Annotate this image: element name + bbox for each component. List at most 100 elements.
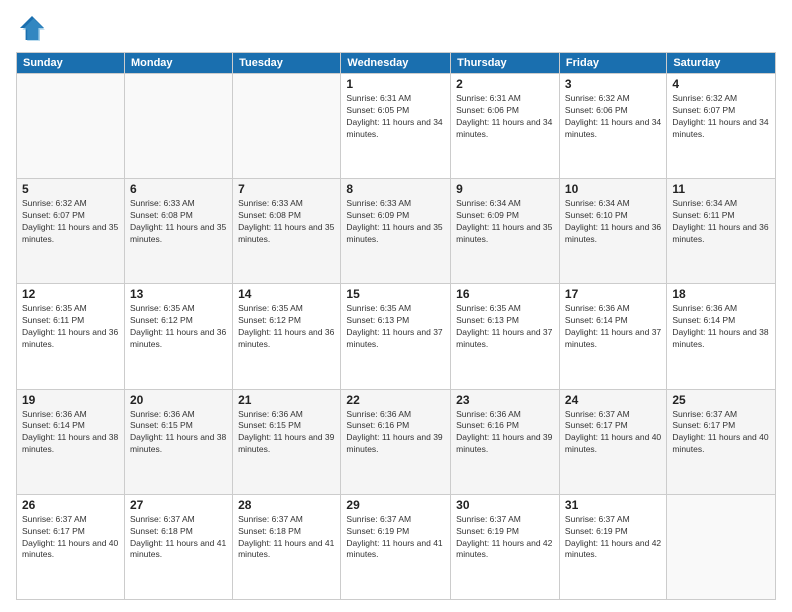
calendar-cell: 17 Sunrise: 6:36 AMSunset: 6:14 PMDayligh… [559, 284, 666, 389]
day-number: 10 [565, 182, 661, 196]
day-info: Sunrise: 6:36 AMSunset: 6:16 PMDaylight:… [346, 409, 445, 457]
weekday-header-row: SundayMondayTuesdayWednesdayThursdayFrid… [17, 53, 776, 74]
day-number: 16 [456, 287, 554, 301]
calendar-cell: 24 Sunrise: 6:37 AMSunset: 6:17 PMDayligh… [559, 389, 666, 494]
day-number: 22 [346, 393, 445, 407]
header [16, 12, 776, 44]
day-number: 13 [130, 287, 227, 301]
day-info: Sunrise: 6:36 AMSunset: 6:14 PMDaylight:… [672, 303, 770, 351]
weekday-header-sunday: Sunday [17, 53, 125, 74]
day-info: Sunrise: 6:37 AMSunset: 6:18 PMDaylight:… [130, 514, 227, 562]
calendar-cell: 26 Sunrise: 6:37 AMSunset: 6:17 PMDayligh… [17, 494, 125, 599]
weekday-header-wednesday: Wednesday [341, 53, 451, 74]
calendar-cell: 9 Sunrise: 6:34 AMSunset: 6:09 PMDaylight… [451, 179, 560, 284]
day-number: 12 [22, 287, 119, 301]
calendar-cell [667, 494, 776, 599]
calendar-cell: 8 Sunrise: 6:33 AMSunset: 6:09 PMDaylight… [341, 179, 451, 284]
day-number: 4 [672, 77, 770, 91]
calendar-cell: 14 Sunrise: 6:35 AMSunset: 6:12 PMDayligh… [233, 284, 341, 389]
day-number: 28 [238, 498, 335, 512]
day-number: 27 [130, 498, 227, 512]
calendar-cell: 2Sunrise: 6:31 AMSunset: 6:06 PMDaylight… [451, 74, 560, 179]
calendar-cell: 31Sunrise: 6:37 AMSunset: 6:19 PMDayligh… [559, 494, 666, 599]
calendar-week-1: 1Sunrise: 6:31 AMSunset: 6:05 PMDaylight… [17, 74, 776, 179]
calendar-cell: 4 Sunrise: 6:32 AMSunset: 6:07 PMDaylight… [667, 74, 776, 179]
calendar-cell: 27 Sunrise: 6:37 AMSunset: 6:18 PMDayligh… [124, 494, 232, 599]
calendar-cell: 28 Sunrise: 6:37 AMSunset: 6:18 PMDayligh… [233, 494, 341, 599]
day-info: Sunrise: 6:34 AMSunset: 6:11 PMDaylight:… [672, 198, 770, 246]
calendar-cell: 23 Sunrise: 6:36 AMSunset: 6:16 PMDayligh… [451, 389, 560, 494]
day-info: Sunrise: 6:34 AMSunset: 6:09 PMDaylight:… [456, 198, 554, 246]
day-info: Sunrise: 6:33 AMSunset: 6:09 PMDaylight:… [346, 198, 445, 246]
day-info: Sunrise: 6:37 AMSunset: 6:17 PMDaylight:… [22, 514, 119, 562]
day-number: 24 [565, 393, 661, 407]
day-info: Sunrise: 6:33 AMSunset: 6:08 PMDaylight:… [238, 198, 335, 246]
calendar-week-4: 19Sunrise: 6:36 AMSunset: 6:14 PMDayligh… [17, 389, 776, 494]
day-number: 8 [346, 182, 445, 196]
calendar-cell: 6 Sunrise: 6:33 AMSunset: 6:08 PMDaylight… [124, 179, 232, 284]
calendar-cell [124, 74, 232, 179]
weekday-header-monday: Monday [124, 53, 232, 74]
day-number: 6 [130, 182, 227, 196]
calendar-cell: 21 Sunrise: 6:36 AMSunset: 6:15 PMDayligh… [233, 389, 341, 494]
day-info: Sunrise: 6:36 AMSunset: 6:14 PMDaylight:… [22, 409, 119, 457]
calendar-cell [233, 74, 341, 179]
calendar-cell: 16Sunrise: 6:35 AMSunset: 6:13 PMDayligh… [451, 284, 560, 389]
day-info: Sunrise: 6:33 AMSunset: 6:08 PMDaylight:… [130, 198, 227, 246]
calendar-cell: 7 Sunrise: 6:33 AMSunset: 6:08 PMDaylight… [233, 179, 341, 284]
day-info: Sunrise: 6:36 AMSunset: 6:14 PMDaylight:… [565, 303, 661, 351]
calendar-cell: 15Sunrise: 6:35 AMSunset: 6:13 PMDayligh… [341, 284, 451, 389]
day-info: Sunrise: 6:32 AMSunset: 6:07 PMDaylight:… [672, 93, 770, 141]
calendar-cell: 3Sunrise: 6:32 AMSunset: 6:06 PMDaylight… [559, 74, 666, 179]
day-info: Sunrise: 6:34 AMSunset: 6:10 PMDaylight:… [565, 198, 661, 246]
day-number: 29 [346, 498, 445, 512]
day-info: Sunrise: 6:37 AMSunset: 6:19 PMDaylight:… [346, 514, 445, 562]
day-number: 18 [672, 287, 770, 301]
weekday-header-saturday: Saturday [667, 53, 776, 74]
day-info: Sunrise: 6:32 AMSunset: 6:06 PMDaylight:… [565, 93, 661, 141]
day-number: 17 [565, 287, 661, 301]
calendar-cell: 25Sunrise: 6:37 AMSunset: 6:17 PMDayligh… [667, 389, 776, 494]
day-info: Sunrise: 6:37 AMSunset: 6:17 PMDaylight:… [565, 409, 661, 457]
calendar-cell: 11Sunrise: 6:34 AMSunset: 6:11 PMDayligh… [667, 179, 776, 284]
calendar-cell: 20 Sunrise: 6:36 AMSunset: 6:15 PMDayligh… [124, 389, 232, 494]
calendar-cell: 30 Sunrise: 6:37 AMSunset: 6:19 PMDayligh… [451, 494, 560, 599]
page: SundayMondayTuesdayWednesdayThursdayFrid… [0, 0, 792, 612]
calendar-cell: 1Sunrise: 6:31 AMSunset: 6:05 PMDaylight… [341, 74, 451, 179]
day-number: 23 [456, 393, 554, 407]
day-number: 30 [456, 498, 554, 512]
day-info: Sunrise: 6:31 AMSunset: 6:05 PMDaylight:… [346, 93, 445, 141]
day-info: Sunrise: 6:35 AMSunset: 6:12 PMDaylight:… [238, 303, 335, 351]
weekday-header-thursday: Thursday [451, 53, 560, 74]
day-number: 7 [238, 182, 335, 196]
day-info: Sunrise: 6:37 AMSunset: 6:19 PMDaylight:… [456, 514, 554, 562]
day-number: 15 [346, 287, 445, 301]
day-info: Sunrise: 6:32 AMSunset: 6:07 PMDaylight:… [22, 198, 119, 246]
calendar-week-2: 5 Sunrise: 6:32 AMSunset: 6:07 PMDaylight… [17, 179, 776, 284]
day-info: Sunrise: 6:37 AMSunset: 6:18 PMDaylight:… [238, 514, 335, 562]
day-number: 14 [238, 287, 335, 301]
weekday-header-tuesday: Tuesday [233, 53, 341, 74]
day-number: 5 [22, 182, 119, 196]
day-info: Sunrise: 6:36 AMSunset: 6:15 PMDaylight:… [130, 409, 227, 457]
calendar-cell: 29 Sunrise: 6:37 AMSunset: 6:19 PMDayligh… [341, 494, 451, 599]
day-info: Sunrise: 6:31 AMSunset: 6:06 PMDaylight:… [456, 93, 554, 141]
calendar-cell: 10 Sunrise: 6:34 AMSunset: 6:10 PMDayligh… [559, 179, 666, 284]
calendar-cell: 5 Sunrise: 6:32 AMSunset: 6:07 PMDaylight… [17, 179, 125, 284]
calendar-table: SundayMondayTuesdayWednesdayThursdayFrid… [16, 52, 776, 600]
weekday-header-friday: Friday [559, 53, 666, 74]
calendar-cell: 19Sunrise: 6:36 AMSunset: 6:14 PMDayligh… [17, 389, 125, 494]
day-number: 26 [22, 498, 119, 512]
day-info: Sunrise: 6:36 AMSunset: 6:16 PMDaylight:… [456, 409, 554, 457]
day-info: Sunrise: 6:36 AMSunset: 6:15 PMDaylight:… [238, 409, 335, 457]
calendar-cell: 13Sunrise: 6:35 AMSunset: 6:12 PMDayligh… [124, 284, 232, 389]
day-info: Sunrise: 6:35 AMSunset: 6:11 PMDaylight:… [22, 303, 119, 351]
logo [16, 12, 52, 44]
day-number: 20 [130, 393, 227, 407]
day-number: 21 [238, 393, 335, 407]
day-number: 9 [456, 182, 554, 196]
day-info: Sunrise: 6:37 AMSunset: 6:17 PMDaylight:… [672, 409, 770, 457]
logo-icon [16, 12, 48, 44]
calendar-cell: 18 Sunrise: 6:36 AMSunset: 6:14 PMDayligh… [667, 284, 776, 389]
calendar-cell: 12 Sunrise: 6:35 AMSunset: 6:11 PMDayligh… [17, 284, 125, 389]
